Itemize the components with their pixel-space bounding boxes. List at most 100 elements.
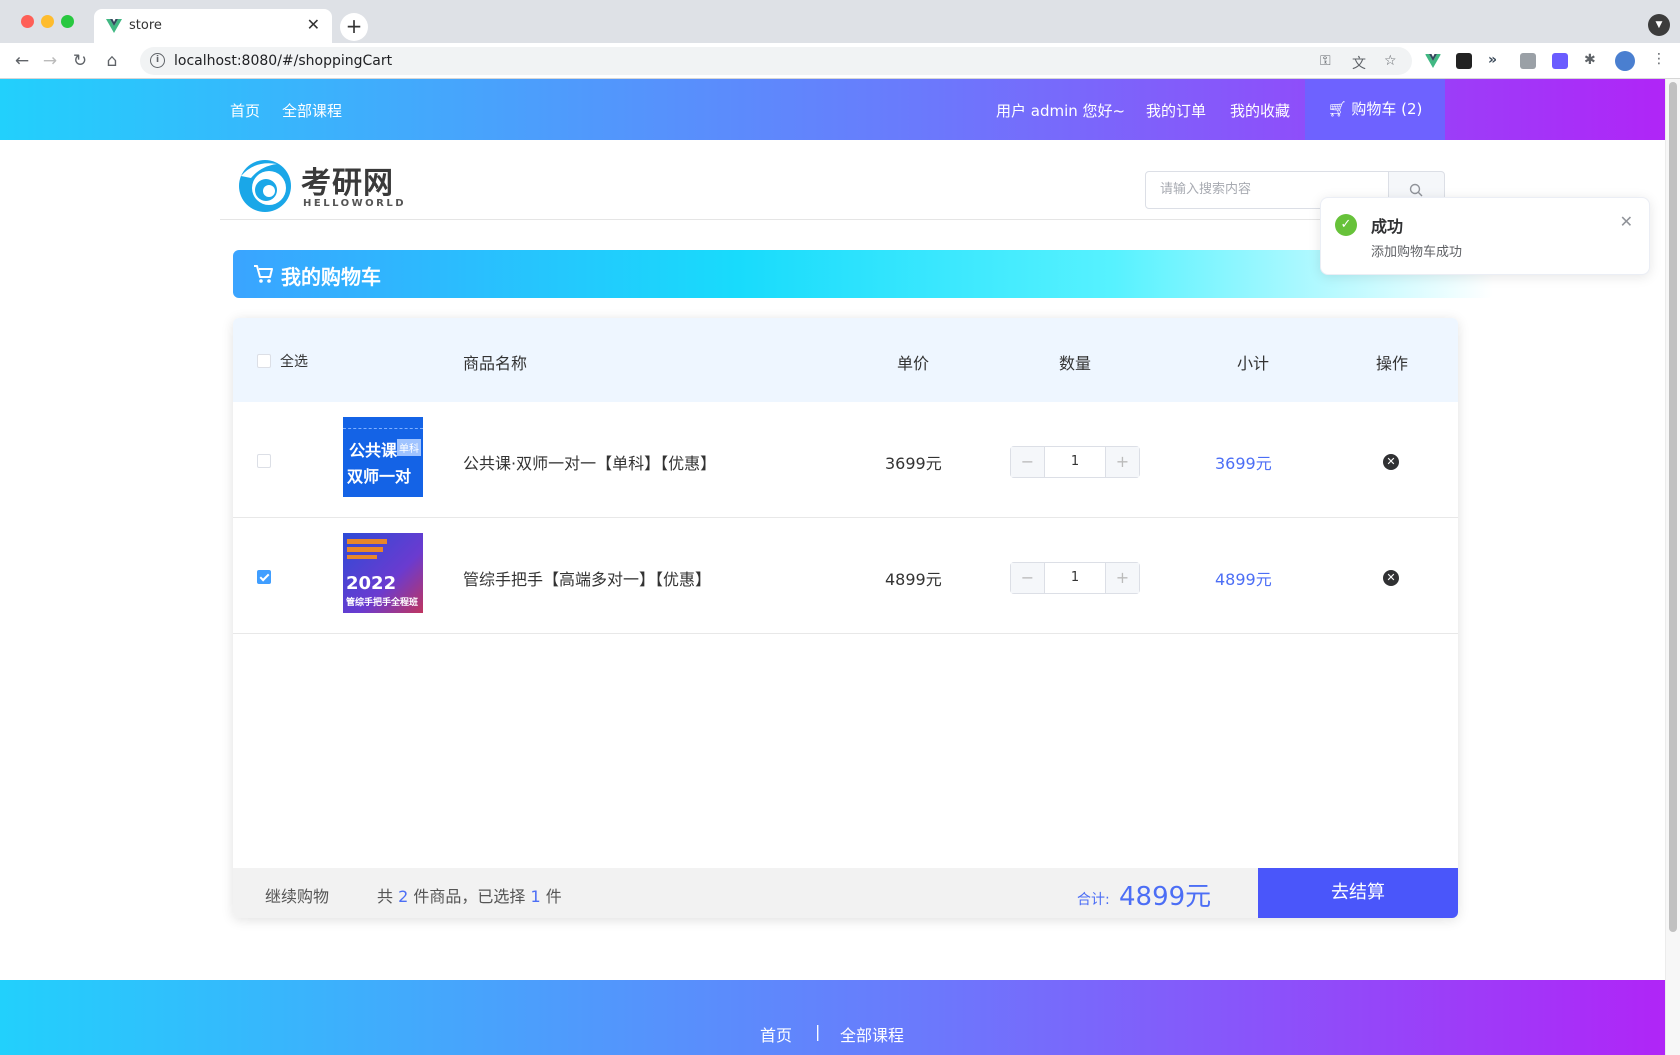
select-all-label[interactable]: 全选 [280,351,308,371]
decrease-button[interactable]: − [1011,447,1045,477]
cart-banner: 我的购物车 [233,250,1493,298]
cart-table: 全选 商品名称 单价 数量 小计 操作 公共课 单科 双师一对一 公共课·双师一… [233,318,1458,918]
cart-table-header: 全选 商品名称 单价 数量 小计 操作 [233,318,1458,402]
summary-mid: 件商品，已选择 [413,887,526,906]
url-text[interactable]: localhost:8080/#/shoppingCart [174,53,392,69]
site-logo[interactable]: 考研网 HELLOWORLD [237,158,407,218]
minimize-window-button[interactable] [41,15,54,28]
select-all-checkbox[interactable] [257,354,271,368]
translate-icon[interactable]: 文 [1352,53,1366,73]
nav-home-link[interactable]: 首页 [230,100,260,121]
quantity-stepper: − 1 + [1010,446,1140,478]
selected-count: 1 [530,887,541,906]
my-orders-link[interactable]: 我的订单 [1146,100,1206,121]
thumb-year: 2022 [346,573,397,594]
extension-glasses-icon[interactable] [1456,53,1472,69]
site-footer: 首页 | 全部课程 [0,980,1665,1055]
site-header: 首页 全部课程 用户 admin 您好~ 我的订单 我的收藏 🛒︎ 购物车 (2… [0,79,1665,140]
header-quantity: 数量 [1059,354,1092,373]
success-notification: ✓ 成功 添加购物车成功 ✕ [1320,197,1650,275]
nav-all-courses-link[interactable]: 全部课程 [282,100,342,121]
search-icon [1409,183,1423,197]
extension-chevrons-icon[interactable]: » [1488,52,1497,68]
thumb-badge: 单科 [397,439,421,456]
increase-button[interactable]: + [1105,563,1139,593]
search-input[interactable] [1160,181,1370,196]
reload-icon[interactable]: ↻ [68,49,92,73]
header-price: 单价 [897,354,930,373]
success-check-icon: ✓ [1335,214,1357,236]
cart-icon: 🛒︎ [1327,100,1347,118]
forward-icon[interactable]: → [38,49,62,73]
footer-separator: | [815,1022,821,1041]
item-thumbnail[interactable]: 公共课 单科 双师一对一 [343,417,423,497]
notification-title: 成功 [1371,217,1404,236]
total-count: 2 [398,887,409,906]
browser-toolbar: ← → ↻ ⌂ i localhost:8080/#/shoppingCart … [0,43,1680,79]
header-divider [220,219,1445,220]
address-bar[interactable]: i localhost:8080/#/shoppingCart ⚿ 文 ☆ [140,47,1412,75]
vue-devtools-icon[interactable] [1425,53,1441,69]
browser-tab[interactable]: store ✕ [94,9,332,43]
cart-footer: 继续购物 共 2 件商品，已选择 1 件 合计: 4899元 去结算 [233,868,1458,918]
my-favorites-link[interactable]: 我的收藏 [1230,100,1290,121]
header-cart-link[interactable]: 🛒︎ 购物车 (2) [1305,79,1445,140]
quantity-stepper: − 1 + [1010,562,1140,594]
increase-button[interactable]: + [1105,447,1139,477]
thumb-line-1: 公共课 [349,441,398,460]
tab-search-icon[interactable]: ▼ [1648,14,1670,36]
delete-icon[interactable]: ✕ [1383,570,1399,586]
close-window-button[interactable] [21,15,34,28]
thumb-line-2: 双师一对一 [347,467,412,497]
item-price: 4899元 [885,570,942,589]
user-greeting[interactable]: 用户 admin 您好~ [996,100,1125,121]
summary-prefix: 共 [377,887,394,906]
logo-subtitle: HELLOWORLD [303,198,406,209]
continue-shopping-link[interactable]: 继续购物 [265,883,329,907]
item-name[interactable]: 管综手把手【高端多对一】【优惠】 [463,566,711,590]
footer-home-link[interactable]: 首页 [760,1022,792,1046]
cart-row: 公共课 单科 双师一对一 公共课·双师一对一【单科】【优惠】 3699元 − 1… [233,402,1458,518]
cart-icon [254,265,273,283]
more-menu-icon[interactable]: ⋮ [1652,51,1666,67]
item-checkbox[interactable] [257,454,271,468]
bookmark-star-icon[interactable]: ☆ [1384,53,1397,69]
header-name: 商品名称 [463,354,528,373]
extension-square-icon[interactable] [1520,53,1536,69]
item-name[interactable]: 公共课·双师一对一【单科】【优惠】 [463,450,716,474]
maximize-window-button[interactable] [61,15,74,28]
logo-swirl-icon [239,160,291,212]
quantity-value[interactable]: 1 [1045,447,1105,477]
header-subtotal: 小计 [1237,354,1270,373]
vue-icon [106,19,122,33]
browser-tabstrip: store ✕ + ▼ [0,0,1680,43]
back-icon[interactable]: ← [10,49,34,73]
extensions-puzzle-icon[interactable]: ✱ [1584,52,1596,68]
header-cart-label: 购物车 (2) [1351,100,1423,118]
new-tab-button[interactable]: + [340,13,368,41]
tab-title: store [129,18,162,33]
item-subtotal: 3699元 [1215,454,1272,473]
site-info-icon[interactable]: i [150,53,165,68]
checkout-button[interactable]: 去结算 [1258,868,1458,918]
extension-eyedropper-icon[interactable] [1552,53,1568,69]
notification-message: 添加购物车成功 [1371,245,1463,260]
decrease-button[interactable]: − [1011,563,1045,593]
item-checkbox[interactable] [257,570,271,584]
cart-summary: 共 2 件商品，已选择 1 件 [377,883,562,907]
delete-icon[interactable]: ✕ [1383,454,1399,470]
summary-suffix: 件 [545,887,562,906]
scrollbar-thumb[interactable] [1669,82,1677,932]
home-icon[interactable]: ⌂ [100,49,124,73]
cart-row: 2022 管综手把手全程班 管综手把手【高端多对一】【优惠】 4899元 − 1… [233,518,1458,634]
profile-avatar[interactable] [1615,51,1635,71]
quantity-value[interactable]: 1 [1045,563,1105,593]
tab-close-icon[interactable]: ✕ [307,15,320,34]
close-icon[interactable]: ✕ [1620,212,1633,231]
item-thumbnail[interactable]: 2022 管综手把手全程班 [343,533,423,613]
logo-title: 考研网 [301,166,394,201]
header-action: 操作 [1376,354,1409,373]
key-icon[interactable]: ⚿ [1320,53,1331,69]
footer-all-courses-link[interactable]: 全部课程 [840,1022,904,1046]
total-value: 4899元 [1119,882,1212,912]
